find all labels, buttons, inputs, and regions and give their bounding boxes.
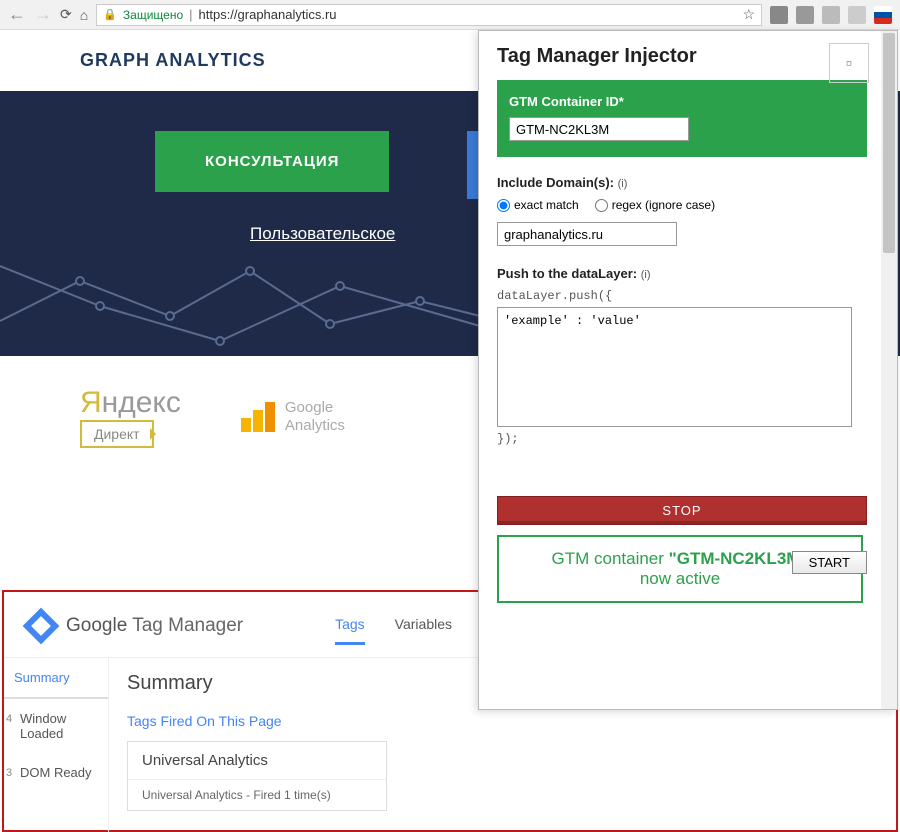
- sidebar-item-summary[interactable]: Summary: [4, 658, 108, 699]
- gtm-subheading: Tags Fired On This Page: [127, 713, 878, 729]
- push-post: });: [497, 432, 867, 446]
- yandex-direct-logo: Яндекс Директ: [80, 386, 181, 448]
- radio-exact-match[interactable]: exact match: [497, 198, 579, 212]
- broken-image-icon: ▫: [829, 43, 869, 83]
- event-number: 3: [6, 767, 12, 779]
- domain-input[interactable]: [497, 222, 677, 246]
- radio-regex[interactable]: regex (ignore case): [595, 198, 715, 212]
- browser-toolbar: ← → ⟳ ⌂ 🔒 Защищено | https://graphanalyt…: [0, 0, 900, 30]
- radio-exact-input[interactable]: [497, 199, 510, 212]
- sidebar-item-dom-ready[interactable]: DOM Ready: [4, 753, 108, 792]
- stop-button[interactable]: STOP: [497, 496, 867, 525]
- gtm-sidebar[interactable]: Summary 4 Window Loaded 3 DOM Ready: [4, 658, 109, 832]
- gtm-logo-icon: [23, 607, 60, 644]
- container-id-label: GTM Container ID*: [509, 94, 855, 109]
- popup-scrollbar-thumb[interactable]: [883, 33, 895, 253]
- extension-popup: Tag Manager Injector ▫ GTM Container ID*…: [478, 30, 898, 710]
- yandex-direct-badge: Директ: [80, 420, 154, 448]
- extension-icon[interactable]: [796, 6, 814, 24]
- tab-tags[interactable]: Tags: [335, 606, 365, 645]
- popup-title: Tag Manager Injector: [497, 45, 867, 68]
- url-text: https://graphanalytics.ru: [199, 7, 337, 22]
- bookmark-star-icon[interactable]: ☆: [742, 6, 755, 23]
- address-bar[interactable]: 🔒 Защищено | https://graphanalytics.ru ☆: [96, 4, 762, 26]
- event-number: 4: [6, 713, 12, 725]
- yandex-ya: Я: [80, 386, 102, 419]
- include-domains-label: Include Domain(s): (i): [497, 175, 867, 190]
- extension-icon[interactable]: [822, 6, 840, 24]
- home-button[interactable]: ⌂: [80, 7, 88, 23]
- container-id-section: GTM Container ID*: [497, 80, 867, 157]
- extension-icon[interactable]: [848, 6, 866, 24]
- url-separator: |: [189, 7, 192, 22]
- ga-text-bottom: Analytics: [285, 417, 345, 435]
- google-analytics-logo: Google Analytics: [241, 399, 345, 435]
- popup-content: Tag Manager Injector ▫ GTM Container ID*…: [479, 31, 897, 617]
- gtm-title: Google Tag Manager: [66, 615, 243, 637]
- tag-card-title: Universal Analytics: [128, 742, 386, 780]
- reload-button[interactable]: ⟳: [60, 6, 72, 23]
- secure-label: Защищено: [123, 8, 183, 22]
- lock-icon: 🔒: [103, 8, 117, 21]
- info-icon[interactable]: (i): [618, 178, 628, 190]
- gtm-tabs: Tags Variables: [335, 606, 452, 645]
- start-button[interactable]: START: [792, 551, 867, 574]
- push-pre: dataLayer.push({: [497, 289, 867, 303]
- extension-icon[interactable]: [770, 6, 788, 24]
- datalayer-textarea[interactable]: [497, 307, 852, 427]
- push-datalayer-label: Push to the dataLayer: (i): [497, 266, 867, 281]
- radio-regex-input[interactable]: [595, 199, 608, 212]
- sidebar-item-window-loaded[interactable]: Window Loaded: [4, 699, 108, 753]
- tag-card[interactable]: Universal Analytics Universal Analytics …: [127, 741, 387, 811]
- match-mode-radios: exact match regex (ignore case): [497, 198, 867, 212]
- tag-card-body: Universal Analytics - Fired 1 time(s): [128, 780, 386, 810]
- extension-icon-flag[interactable]: [874, 6, 892, 24]
- ga-bars-icon: [241, 402, 275, 432]
- container-id-input[interactable]: [509, 117, 689, 141]
- forward-button: →: [34, 4, 52, 25]
- back-button[interactable]: ←: [8, 4, 26, 25]
- popup-scrollbar[interactable]: [881, 31, 897, 709]
- consultation-button[interactable]: КОНСУЛЬТАЦИЯ: [155, 131, 389, 192]
- tab-variables[interactable]: Variables: [395, 606, 452, 645]
- yandex-rest: ндекс: [102, 386, 181, 419]
- info-icon[interactable]: (i): [641, 269, 651, 281]
- ga-text-top: Google: [285, 399, 345, 417]
